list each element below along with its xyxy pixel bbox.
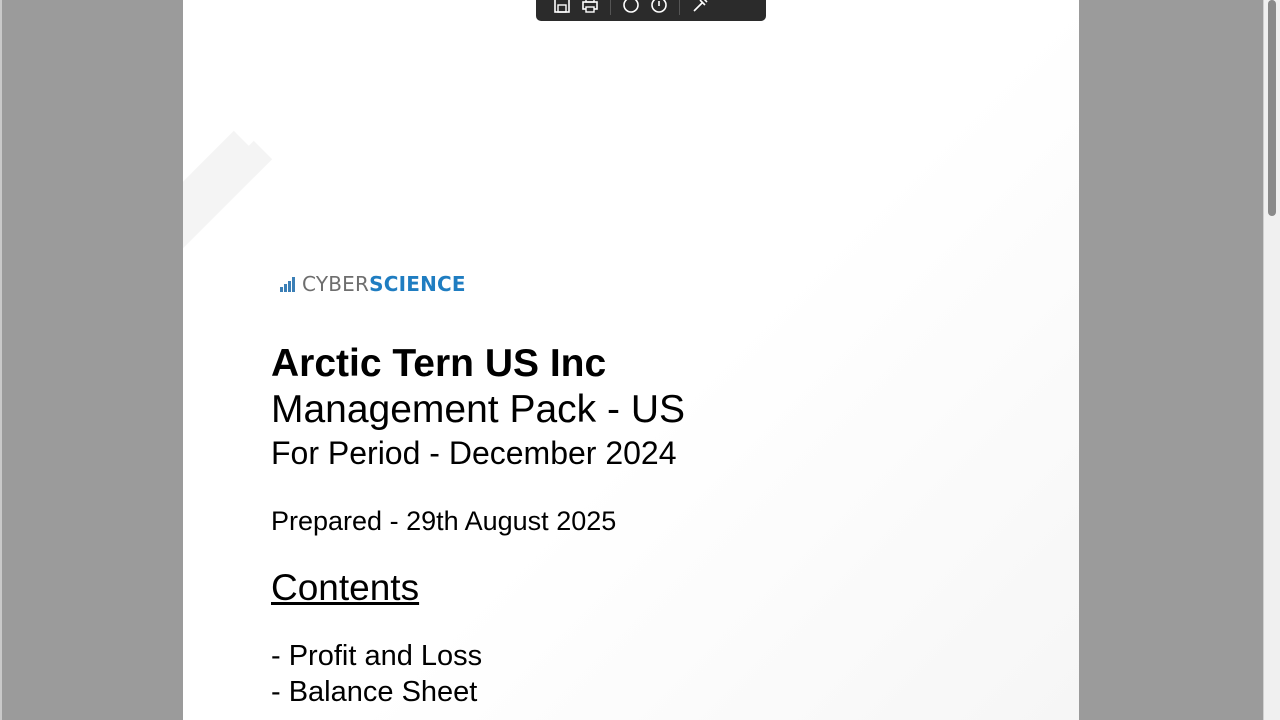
- pdf-toolbar: [536, 0, 766, 21]
- print-icon: [582, 0, 598, 13]
- rotate-right-button[interactable]: [645, 0, 673, 15]
- scrollbar-thumb[interactable]: [1268, 0, 1276, 216]
- rotate-left-button[interactable]: [617, 0, 645, 15]
- company-name: Arctic Tern US Inc: [271, 342, 607, 385]
- save-button[interactable]: [548, 0, 576, 15]
- annotate-icon: [693, 0, 708, 12]
- prepared-date: Prepared - 29th August 2025: [271, 506, 617, 536]
- toolbar-separator: [679, 0, 680, 15]
- logo-text-cyber: CYBER: [302, 272, 370, 296]
- rotate-right-icon: [651, 0, 667, 13]
- document-content: Arctic Tern US Inc Management Pack - US …: [271, 338, 685, 710]
- logo-bars-icon: [280, 276, 296, 292]
- print-button[interactable]: [576, 0, 604, 15]
- window-border: [0, 0, 2, 720]
- annotate-button[interactable]: [686, 0, 714, 15]
- contents-list: - Profit and Loss - Balance Sheet: [271, 638, 685, 710]
- pack-title: Management Pack - US: [271, 388, 686, 431]
- cyberscience-logo: CYBERSCIENCE: [280, 270, 466, 298]
- contents-heading: Contents: [271, 567, 420, 608]
- document-page: CYBERSCIENCE Arctic Tern US Inc Manageme…: [183, 0, 1079, 720]
- vertical-scrollbar[interactable]: [1263, 0, 1280, 720]
- pdf-viewer: CYBERSCIENCE Arctic Tern US Inc Manageme…: [0, 0, 1280, 720]
- toolbar-separator: [610, 0, 611, 15]
- rotate-left-icon: [623, 0, 639, 13]
- save-icon: [554, 0, 570, 13]
- period-label: For Period - December 2024: [271, 435, 677, 471]
- logo-wordmark: CYBERSCIENCE: [302, 270, 466, 298]
- contents-item-profit-loss: - Profit and Loss: [271, 640, 483, 672]
- logo-text-science: SCIENCE: [369, 272, 466, 296]
- contents-item-balance-sheet: - Balance Sheet: [271, 676, 478, 708]
